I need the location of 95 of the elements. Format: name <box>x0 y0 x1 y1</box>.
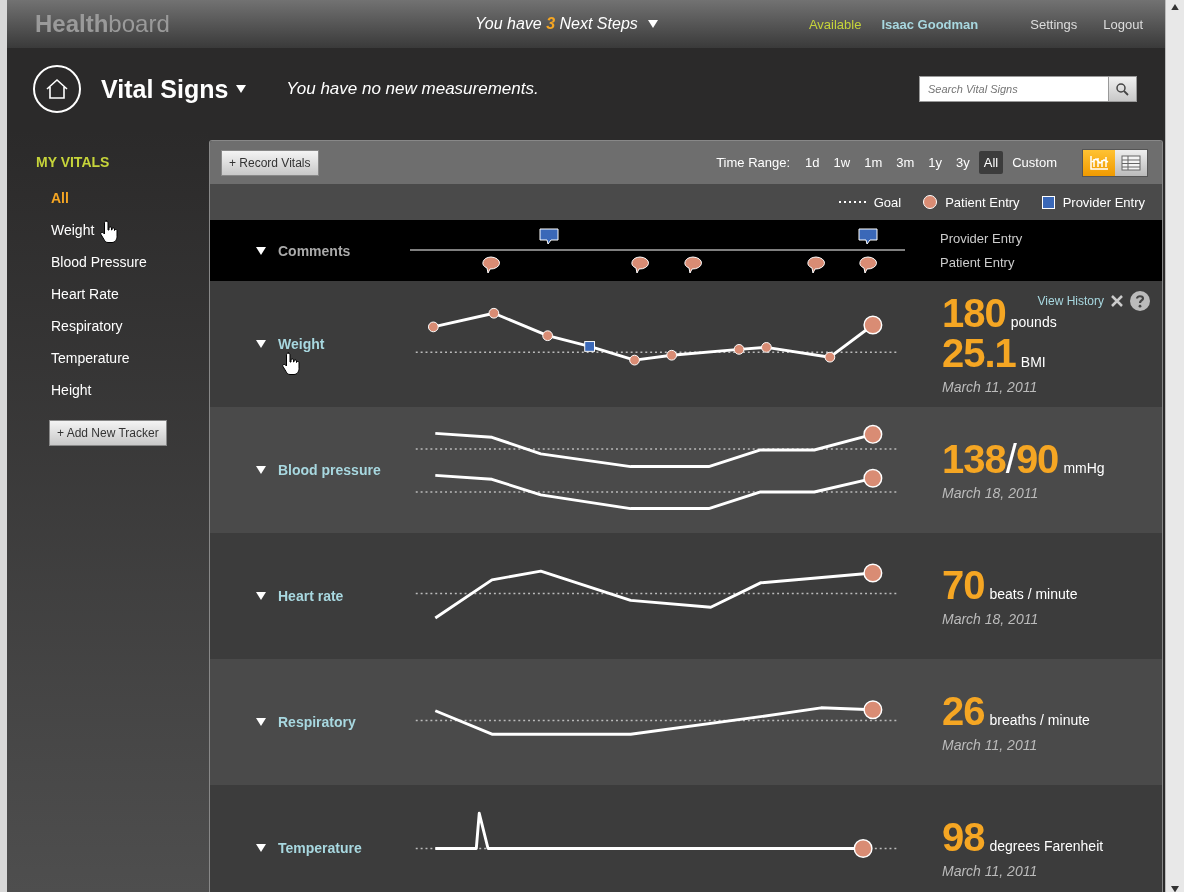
patient-entry-marker[interactable] <box>629 354 640 366</box>
patient-entry-marker[interactable] <box>542 330 553 342</box>
tracker-name-link[interactable]: Heart rate <box>278 588 344 604</box>
reading-unit: pounds <box>1010 314 1057 330</box>
page-title[interactable]: Vital Signs <box>101 74 229 104</box>
reading-unit: BMI <box>1020 354 1046 370</box>
reading-value: 26 <box>942 691 985 731</box>
reading-date: March 11, 2011 <box>942 379 1039 395</box>
caret-icon[interactable] <box>236 85 247 93</box>
reading-value: 98 <box>942 817 985 857</box>
patient-entry-marker[interactable] <box>666 349 678 361</box>
tracker-name-link[interactable]: Respiratory <box>278 714 356 730</box>
circle-marker-icon <box>923 195 938 209</box>
sidebar-item[interactable]: Heart Rate <box>36 278 209 310</box>
tracker-name-link[interactable]: Blood pressure <box>278 462 381 478</box>
reading-value: 138/90 <box>942 439 1059 479</box>
sidebar-heading: MY VITALS <box>36 154 111 170</box>
reading-unit: degrees Farenheit <box>989 838 1104 854</box>
latest-entry-marker[interactable] <box>853 838 873 858</box>
reading-value: 25.1 <box>942 333 1016 373</box>
home-icon <box>45 78 69 100</box>
collapse-arrow-icon[interactable] <box>256 340 266 348</box>
chart-icon <box>1089 154 1109 171</box>
tracker-name-link[interactable]: Weight <box>278 336 325 352</box>
reading-date: March 11, 2011 <box>942 863 1039 879</box>
tracker-name-link[interactable]: Temperature <box>278 840 362 856</box>
patient-entry-marker[interactable] <box>733 344 745 355</box>
latest-entry-marker[interactable] <box>863 468 883 488</box>
latest-entry-marker[interactable] <box>863 315 883 335</box>
sidebar-item[interactable]: Blood Pressure <box>36 246 209 278</box>
dotted-line-icon <box>837 200 866 204</box>
reading-unit: beats / minute <box>989 586 1078 602</box>
user-name[interactable]: Isaac Goodman <box>881 16 979 32</box>
scroll-down-arrow-icon[interactable] <box>1171 885 1179 892</box>
status-message: You have no new measurements. <box>286 79 540 99</box>
collapse-arrow-icon[interactable] <box>256 466 266 474</box>
time-range-option[interactable]: All <box>978 151 1004 174</box>
patient-entry-marker[interactable] <box>761 342 772 353</box>
time-range-option[interactable]: 3m <box>891 151 920 174</box>
legend-label: Goal <box>873 194 902 210</box>
collapse-arrow-icon[interactable] <box>256 844 266 852</box>
reading-value: 180 <box>942 293 1006 333</box>
legend-label: Provider Entry <box>1062 194 1145 210</box>
sidebar-item[interactable]: Temperature <box>36 342 209 374</box>
time-range-option[interactable]: Custom <box>1007 151 1062 174</box>
record-vitals-button[interactable]: + Record Vitals <box>221 149 319 176</box>
latest-entry-marker[interactable] <box>863 563 883 583</box>
time-range-option[interactable]: 1d <box>800 151 825 174</box>
view-history-link[interactable]: View History <box>1037 294 1104 308</box>
time-range-option[interactable]: 3y <box>951 151 975 174</box>
search-button[interactable] <box>1109 76 1137 102</box>
home-button[interactable] <box>33 65 81 113</box>
table-icon <box>1121 154 1141 171</box>
reading-date: March 18, 2011 <box>942 485 1040 501</box>
timeline-row-label: Patient Entry <box>940 255 1016 270</box>
patient-entry-marker[interactable] <box>488 307 500 319</box>
provider-entry-marker[interactable] <box>584 341 595 352</box>
next-steps-text[interactable]: You have 3 Next Steps <box>475 15 638 33</box>
reading-value: 70 <box>942 565 985 605</box>
collapse-arrow-icon[interactable] <box>256 246 266 255</box>
sidebar-item[interactable]: All <box>36 182 209 214</box>
reading-date: March 11, 2011 <box>942 737 1039 753</box>
caret-icon[interactable] <box>647 20 658 28</box>
reading-unit: breaths / minute <box>989 712 1090 728</box>
timeline-row-label: Provider Entry <box>940 231 1023 246</box>
chart-view-button[interactable] <box>1083 149 1115 176</box>
time-range-option[interactable]: 1y <box>923 151 947 174</box>
search-field[interactable]: Search Vital Signs <box>919 76 1109 102</box>
logo: Healthboard <box>35 10 171 38</box>
help-icon[interactable] <box>1130 291 1150 311</box>
patient-entry-marker[interactable] <box>824 351 836 363</box>
sidebar-item[interactable]: Respiratory <box>36 310 209 342</box>
comments-label[interactable]: Comments <box>266 242 410 259</box>
sidebar-item[interactable]: Height <box>36 374 209 406</box>
time-range-option[interactable]: 1w <box>828 151 856 174</box>
square-marker-icon <box>1041 195 1055 209</box>
table-view-button[interactable] <box>1115 149 1147 176</box>
collapse-arrow-icon[interactable] <box>256 718 266 726</box>
close-icon[interactable] <box>1110 294 1124 308</box>
time-range-option[interactable]: 1m <box>859 151 888 174</box>
collapse-arrow-icon[interactable] <box>256 592 266 600</box>
search-icon <box>1116 82 1129 96</box>
header-link[interactable]: Logout <box>1103 16 1143 32</box>
reading-date: March 18, 2011 <box>942 611 1040 627</box>
latest-entry-marker[interactable] <box>863 424 883 444</box>
availability-status[interactable]: Available <box>808 16 862 32</box>
scroll-up-arrow-icon[interactable] <box>1171 4 1179 10</box>
sidebar-item[interactable]: Weight <box>36 214 209 246</box>
patient-entry-marker[interactable] <box>427 321 439 333</box>
header-link[interactable]: Settings <box>1030 16 1078 32</box>
add-tracker-button[interactable]: + Add New Tracker <box>49 420 167 446</box>
latest-entry-marker[interactable] <box>863 700 883 720</box>
time-range-label: Time Range: <box>716 155 791 170</box>
reading-unit: mmHg <box>1063 460 1105 476</box>
legend-label: Patient Entry <box>945 194 1020 210</box>
